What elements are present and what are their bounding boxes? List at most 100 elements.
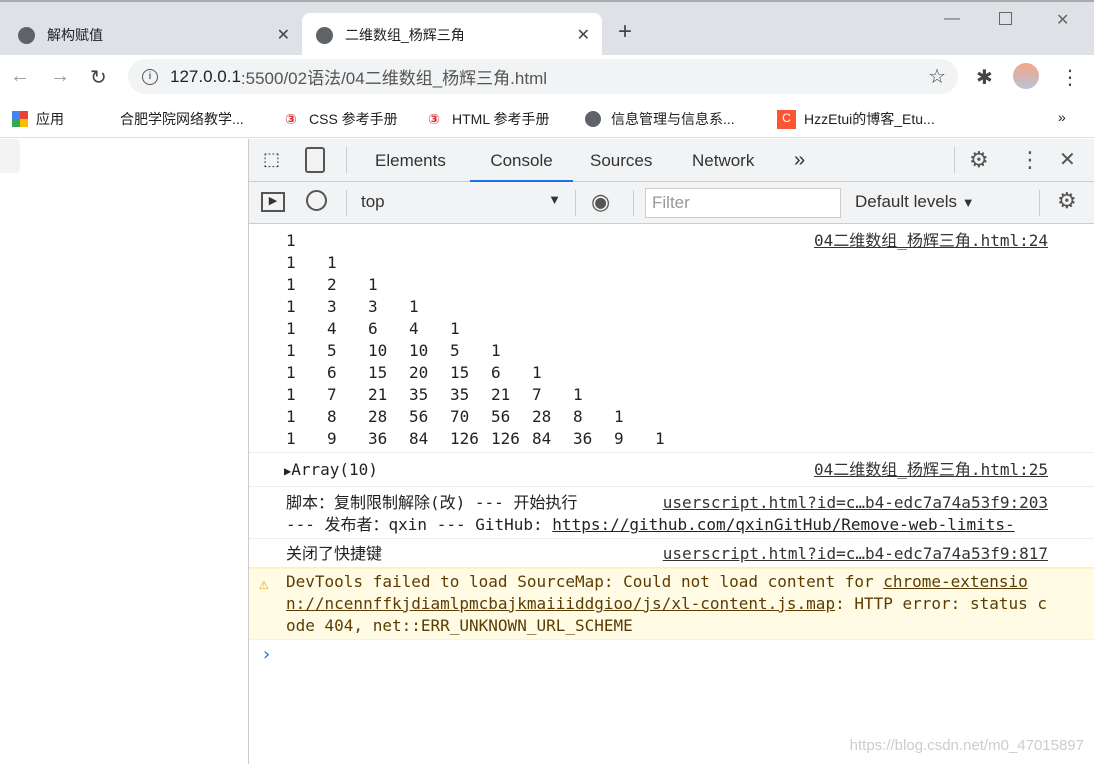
bookmark-item[interactable]: 信息管理与信息系... (585, 109, 735, 129)
triangle-value: 6 (368, 319, 378, 338)
console-settings-icon[interactable]: ⚙ (1057, 188, 1077, 214)
filter-input[interactable]: Filter (645, 188, 841, 218)
w3school-icon: ③ (285, 111, 297, 127)
triangle-value: 126 (491, 429, 520, 448)
more-bookmarks-icon[interactable]: » (1058, 109, 1066, 125)
info-icon[interactable]: i (142, 68, 158, 85)
source-link[interactable]: 04二维数组_杨辉三角.html:24 (814, 230, 1048, 252)
settings-icon[interactable]: ⚙ (969, 147, 989, 173)
sidebar-toggle-icon[interactable]: ▶ (261, 192, 285, 212)
more-tabs-icon[interactable]: » (794, 149, 805, 172)
source-link[interactable]: userscript.html?id=c…b4-edc7a74a53f9:817 (663, 543, 1048, 565)
new-tab-button[interactable]: + (618, 18, 632, 46)
triangle-value: 15 (368, 363, 388, 382)
extensions-icon[interactable]: ✱ (976, 65, 993, 90)
triangle-value: 3 (368, 297, 378, 316)
csdn-icon: C (777, 109, 796, 129)
bookmark-label: CSS 参考手册 (309, 111, 398, 127)
triangle-value: 1 (655, 429, 665, 448)
log-levels-select[interactable]: Default levels ▼ (855, 192, 975, 212)
triangle-value: 4 (409, 319, 419, 338)
close-window-button[interactable]: ✕ (1056, 10, 1069, 30)
tab-network[interactable]: Network (692, 151, 754, 171)
prompt-chevron-icon: › (261, 644, 272, 665)
triangle-value: 84 (409, 429, 429, 448)
triangle-value: 35 (409, 385, 429, 404)
source-link[interactable]: userscript.html?id=c…b4-edc7a74a53f9:203 (663, 492, 1048, 514)
triangle-row: 11 (286, 252, 1054, 274)
triangle-row: 1 9 36 84 126 126 84 36 9 1 (286, 428, 1054, 450)
bookmark-item[interactable]: C HzzEtui的博客_Etu... (777, 109, 935, 129)
url-input[interactable]: i 127.0.0.1:5500/02语法/04二维数组_杨辉三角.html ☆ (128, 59, 958, 94)
tab-destructuring[interactable]: 解构赋值 ✕ (4, 13, 302, 57)
avatar[interactable] (1013, 63, 1039, 89)
bookmarks-bar: 应用 合肥学院网络教学... ③ CSS 参考手册 ③ HTML 参考手册 信息管理… (0, 98, 1094, 138)
tab-pascal-triangle[interactable]: 二维数组_杨辉三角 ✕ (302, 13, 602, 57)
array-object[interactable]: Array(10) (291, 460, 378, 479)
close-tab-icon[interactable]: ✕ (277, 25, 290, 45)
more-options-icon[interactable]: ⋮ (1019, 147, 1041, 173)
source-link[interactable]: 04二维数组_杨辉三角.html:25 (814, 459, 1048, 481)
triangle-value: 70 (450, 407, 470, 426)
inspect-element-icon[interactable]: ⬚ (263, 149, 280, 170)
console-warning: ⚠ DevTools failed to load SourceMap: Cou… (249, 568, 1094, 640)
device-toggle-icon[interactable] (305, 147, 325, 173)
bookmark-label: HzzEtui的博客_Etu... (804, 111, 935, 127)
triangle-value: 56 (491, 407, 511, 426)
context-select[interactable]: top ▼ (361, 192, 561, 212)
triangle-row: 1 2 1 (286, 274, 1054, 296)
reload-button[interactable]: ↻ (90, 65, 107, 90)
context-value: top (361, 192, 385, 211)
dropdown-arrow-icon: ▼ (961, 195, 975, 210)
console-messages: 04二维数组_杨辉三角.html:24 1 1 1 1 2 1 1 3 3 1 1 4 6 4 1 1 5 10 1… (249, 224, 1094, 670)
console-message-triangle: 04二维数组_杨辉三角.html:24 1 1 1 1 2 1 1 3 3 1 1 4 6 4 1 1 5 10 1… (249, 224, 1094, 453)
triangle-value: 10 (409, 341, 429, 360)
globe-icon (316, 26, 333, 44)
bookmark-apps[interactable]: 应用 (12, 109, 64, 129)
minimize-button[interactable]: — (944, 10, 960, 28)
console-prompt[interactable]: › (249, 640, 1094, 670)
triangle-value: 126 (450, 429, 479, 448)
triangle-value: 1 (368, 275, 378, 294)
bookmark-item[interactable]: ③ HTML 参考手册 (428, 109, 549, 129)
page-content (0, 139, 248, 764)
triangle-value: 1 (286, 297, 296, 316)
triangle-value: 9 (327, 429, 337, 448)
triangle-row: 1 4 6 4 1 (286, 318, 1054, 340)
close-devtools-icon[interactable]: ✕ (1059, 147, 1076, 172)
bookmark-label: 合肥学院网络教学... (120, 111, 244, 127)
watermark: https://blog.csdn.net/m0_47015897 (849, 737, 1084, 754)
clear-console-icon[interactable] (306, 190, 327, 211)
bookmark-label: 信息管理与信息系... (611, 111, 735, 127)
apps-grid-icon (12, 111, 28, 127)
triangle-row: 1 3 3 1 (286, 296, 1054, 318)
filter-placeholder: Filter (652, 193, 690, 212)
triangle-row: 1 5 10 10 5 1 (286, 340, 1054, 362)
triangle-value: 28 (532, 407, 552, 426)
triangle-value: 21 (491, 385, 511, 404)
url-path: :5500/02语法/04二维数组_杨辉三角.html (240, 69, 548, 88)
bookmark-item[interactable]: ③ CSS 参考手册 (285, 109, 398, 129)
close-tab-icon[interactable]: ✕ (577, 25, 590, 45)
console-message-shortcut: userscript.html?id=c…b4-edc7a74a53f9:817… (249, 539, 1094, 568)
maximize-button[interactable] (999, 12, 1012, 25)
triangle-value: 1 (286, 363, 296, 382)
triangle-value: 35 (450, 385, 470, 404)
triangle-value: 9 (614, 429, 624, 448)
triangle-value: 1 (286, 341, 296, 360)
bookmark-star-icon[interactable]: ☆ (928, 64, 946, 89)
menu-icon[interactable]: ⋮ (1060, 65, 1080, 90)
live-expression-eye-icon[interactable]: ◉ (591, 189, 610, 215)
bookmark-item[interactable]: 合肥学院网络教学... (120, 109, 244, 129)
forward-button[interactable]: → (50, 65, 70, 88)
devtools-toolbar: ⬚ Elements Console Sources Network » ⚙ ⋮… (249, 139, 1094, 182)
tab-elements[interactable]: Elements (375, 151, 446, 171)
triangle-value: 20 (409, 363, 429, 382)
triangle-row: 1 7 21 35 35 21 7 1 (286, 384, 1054, 406)
tab-sources[interactable]: Sources (590, 151, 652, 171)
back-button[interactable]: ← (10, 65, 30, 88)
github-link[interactable]: https://github.com/qxinGitHub/Remove-web… (552, 515, 1014, 534)
triangle-row: 1 6 15 20 15 6 1 (286, 362, 1054, 384)
triangle-value: 56 (409, 407, 429, 426)
tab-console[interactable]: Console (470, 139, 573, 182)
